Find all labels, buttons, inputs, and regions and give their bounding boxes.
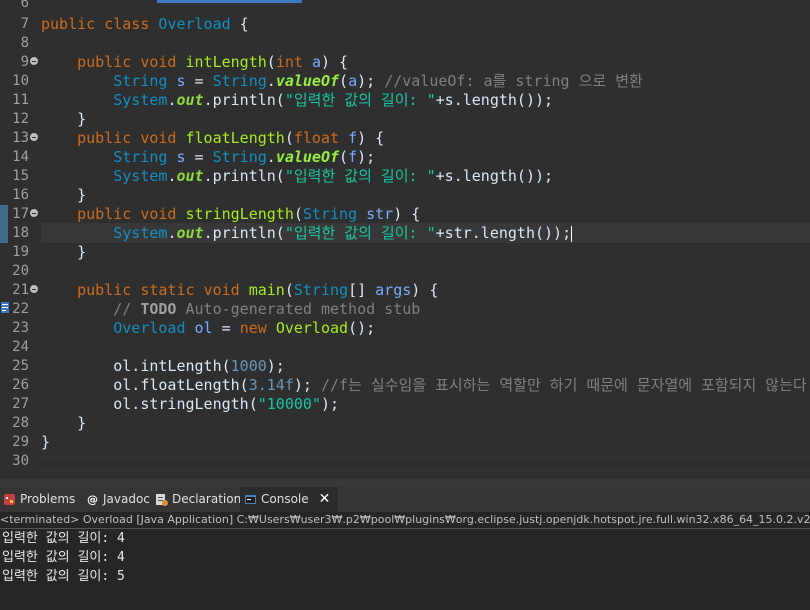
fold-collapse-icon[interactable] <box>30 57 38 65</box>
change-marker <box>0 205 8 243</box>
code-line-21: public static void main(String[] args) { <box>77 281 439 299</box>
code-editor[interactable]: 6 7 8 9 10 11 12 13 14 15 16 17 18 19 20… <box>0 0 810 465</box>
text-caret <box>571 225 573 242</box>
code-line-13: public void floatLength(float f) { <box>77 129 385 147</box>
code-line-15: System.out.println("입력한 값의 길이: "+s.lengt… <box>113 167 554 185</box>
line-number: 12 <box>12 111 29 127</box>
code-line-7: public class Overload { <box>41 15 249 33</box>
console-output-line: 입력한 값의 길이: 4 <box>2 531 125 546</box>
code-line-16: } <box>77 186 87 204</box>
line-number: 8 <box>20 35 29 51</box>
line-number: 29 <box>12 434 29 450</box>
line-number: 16 <box>12 187 29 203</box>
tab-console[interactable]: Console ✕ <box>240 487 339 512</box>
code-line-17: public void stringLength(String str) { <box>77 205 421 223</box>
line-number: 15 <box>12 168 29 184</box>
task-marker-icon[interactable] <box>0 300 10 316</box>
code-line-9: public void intLength(int a) { <box>77 53 349 71</box>
line-number: 28 <box>12 415 29 431</box>
line-number: 27 <box>12 396 29 412</box>
line-number: 9 <box>20 54 29 70</box>
line-number: 10 <box>12 73 29 89</box>
code-line-10: String s = String.valueOf(a); //valueOf:… <box>113 72 643 90</box>
code-line-11: System.out.println("입력한 값의 길이: "+s.lengt… <box>113 91 554 109</box>
tab-indicator <box>157 0 302 3</box>
fold-collapse-icon[interactable] <box>30 209 38 217</box>
fold-collapse-icon[interactable] <box>30 133 38 141</box>
line-number: 24 <box>12 339 29 355</box>
tab-label: Problems <box>20 492 76 506</box>
problems-icon <box>4 494 15 505</box>
line-number: 11 <box>12 92 29 108</box>
line-number: 13 <box>12 130 29 146</box>
console-output-line: 입력한 값의 길이: 4 <box>2 550 125 565</box>
code-line-28: } <box>77 414 87 432</box>
line-number: 7 <box>20 16 29 32</box>
code-line-14: String s = String.valueOf(f); <box>113 148 376 166</box>
panel-divider[interactable] <box>0 479 810 487</box>
console-status: <terminated> Overload [Java Application]… <box>0 512 810 529</box>
scroll-left-icon[interactable]: < <box>42 462 53 465</box>
console-icon <box>245 495 256 504</box>
line-number: 20 <box>12 263 29 279</box>
tab-declaration[interactable]: Declaration <box>155 487 241 512</box>
code-line-19: } <box>77 243 87 261</box>
line-number: 23 <box>12 320 29 336</box>
line-number: 21 <box>12 282 29 298</box>
code-line-25: ol.intLength(1000); <box>113 357 285 375</box>
tab-label: Javadoc <box>103 492 150 506</box>
code-line-23: Overload ol = new Overload(); <box>113 319 376 337</box>
line-number: 26 <box>12 377 29 393</box>
declaration-icon <box>156 494 168 506</box>
line-number-gutter: 6 7 8 9 10 11 12 13 14 15 16 17 18 19 20… <box>0 0 40 465</box>
tab-problems[interactable]: Problems <box>3 487 75 512</box>
line-number: 19 <box>12 244 29 260</box>
code-line-22: // TODO Auto-generated method stub <box>113 300 421 318</box>
fold-collapse-icon[interactable] <box>30 285 38 293</box>
tab-javadoc[interactable]: @ Javadoc <box>86 487 150 512</box>
line-number: 6 <box>20 0 29 11</box>
line-number: 30 <box>12 453 29 465</box>
code-line-29: } <box>41 433 51 451</box>
code-line-26: ol.floatLength(3.14f); //f는 실수임을 표시하는 역할… <box>113 376 810 394</box>
code-line-27: ol.stringLength("10000"); <box>113 395 340 413</box>
horizontal-scrollbar[interactable]: < <box>40 462 810 465</box>
line-number: 14 <box>12 149 29 165</box>
javadoc-icon: @ <box>87 493 98 506</box>
console-output-line: 입력한 값의 길이: 5 <box>2 569 125 584</box>
code-line-18: System.out.println("입력한 값의 길이: "+str.len… <box>113 224 573 242</box>
close-icon[interactable]: ✕ <box>319 487 331 512</box>
tab-label: Declaration <box>172 492 242 506</box>
console-view[interactable]: <terminated> Overload [Java Application]… <box>0 512 810 610</box>
bottom-panel-tabs: Problems @ Javadoc Declaration Console ✕ <box>0 487 810 512</box>
code-line-12: } <box>77 110 87 128</box>
tab-label: Console <box>261 492 309 506</box>
line-number: 25 <box>12 358 29 374</box>
